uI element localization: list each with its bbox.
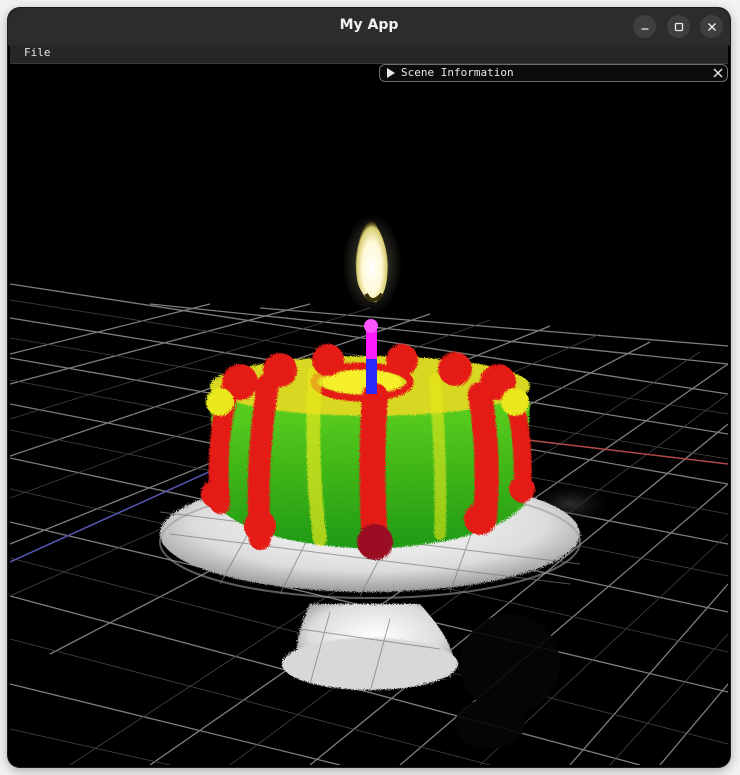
close-icon <box>707 22 716 31</box>
menu-bar: File <box>10 45 728 64</box>
close-button[interactable] <box>700 15 723 38</box>
candle-flame <box>342 214 402 314</box>
maximize-button[interactable] <box>667 15 690 38</box>
title-bar[interactable]: My App <box>8 8 730 46</box>
scene-render <box>10 64 728 765</box>
scene-information-panel[interactable]: Scene Information <box>379 64 728 82</box>
triangle-right-icon[interactable] <box>386 68 396 78</box>
3d-viewport[interactable] <box>10 64 728 765</box>
menu-file[interactable]: File <box>22 46 53 59</box>
window-title: My App <box>339 17 399 33</box>
maximize-icon <box>674 22 683 31</box>
app-window: My App File Scene Information <box>8 8 730 767</box>
minimize-icon <box>641 27 648 30</box>
close-icon[interactable] <box>712 67 724 79</box>
minimize-button[interactable] <box>633 15 656 38</box>
candle <box>364 319 378 394</box>
scene-information-label[interactable]: Scene Information <box>401 66 514 79</box>
